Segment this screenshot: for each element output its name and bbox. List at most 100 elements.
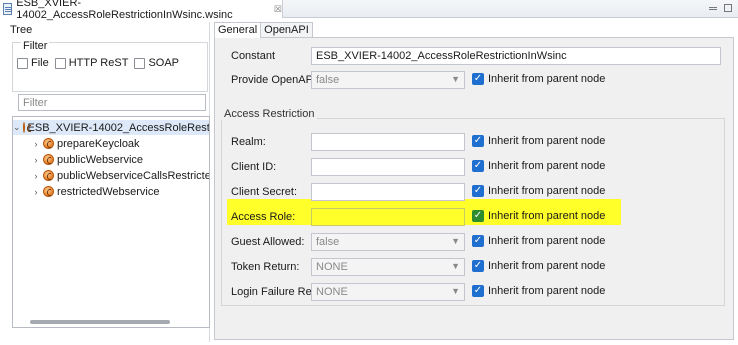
tree-node-label: publicWebserviceCallsRestrictedW [57,169,210,182]
editor-tab-strip: ESB_XVIER-14002_AccessRoleRestrictionInW… [0,0,738,21]
inherit-label: Inherit from parent node [488,210,606,222]
tab-general[interactable]: General [214,22,262,38]
provide-openapi-label: Provide OpenAPI: [231,74,320,86]
client-secret-label: Client Secret: [231,186,298,198]
property-tabs: General OpenAPI [214,22,313,38]
inherit-checkbox[interactable]: ✓ Inherit from parent node [472,185,605,197]
constant-label: Constant [231,50,276,62]
provide-openapi-select[interactable]: false ▼ [311,71,465,89]
filter-file-checkbox[interactable]: File [17,57,49,69]
tree-node[interactable]: › publicWebserviceCallsRestrictedW [31,168,210,183]
token-return-select[interactable]: NONE ▼ [311,258,465,276]
checkbox-label: HTTP ReST [68,57,129,69]
guest-allowed-label: Guest Allowed: [231,236,305,248]
tree-node[interactable]: › prepareKeycloak [31,136,140,151]
checkbox-checked-icon: ✓ [472,285,484,297]
select-value: NONE [316,286,348,298]
access-role-row: Access Role: ✓ Inherit from parent node [215,207,735,227]
dropdown-arrow-icon: ▼ [451,236,460,246]
token-return-label: Token Return: [231,261,300,273]
checkbox-label: SOAP [148,57,180,69]
maximize-icon[interactable] [724,4,732,12]
filter-input[interactable] [18,94,206,111]
component-icon [22,122,31,133]
general-tab-content: Constant ESB_XVIER-14002_AccessRoleRestr… [214,37,734,340]
realm-input[interactable] [311,133,465,151]
inherit-label: Inherit from parent node [488,160,606,172]
minimize-icon[interactable] [709,7,717,10]
provide-openapi-row: Provide OpenAPI: false ▼ ✓ Inherit from … [215,70,735,90]
inherit-label: Inherit from parent node [488,260,606,272]
realm-row: Realm: ✓ Inherit from parent node [215,132,735,152]
close-icon[interactable]: ☒ [274,4,282,15]
inherit-checkbox[interactable]: ✓ Inherit from parent node [472,235,605,247]
client-id-row: Client ID: ✓ Inherit from parent node [215,157,735,177]
select-value: false [316,74,340,86]
filter-soap-checkbox[interactable]: SOAP [134,57,179,69]
tree-view[interactable]: ⌄ ESB_XVIER-14002_AccessRoleRestrict › p… [12,116,210,328]
horizontal-scrollbar[interactable] [30,320,170,324]
login-failure-label: Login Failure Ret [231,286,315,298]
file-icon [3,3,13,15]
checkbox-checked-icon: ✓ [472,135,484,147]
inherit-checkbox[interactable]: ✓ Inherit from parent node [472,260,605,272]
component-icon [43,186,54,197]
filter-http-rest-checkbox[interactable]: HTTP ReST [54,57,129,69]
checkbox-checked-icon: ✓ [472,210,484,222]
dropdown-arrow-icon: ▼ [451,261,460,271]
checkbox-checked-icon: ✓ [472,185,484,197]
tree-root-node[interactable]: ⌄ ESB_XVIER-14002_AccessRoleRestrict [13,120,209,135]
dropdown-arrow-icon: ▼ [451,286,460,296]
realm-label: Realm: [231,136,266,148]
tree-node[interactable]: › restrictedWebservice [31,184,160,199]
tree-panel: Tree Filter File HTTP ReST SOAP ⌄ ESB_XV… [4,22,210,342]
client-id-input[interactable] [311,158,465,176]
checkbox-label: File [31,57,49,69]
login-failure-row: Login Failure Ret NONE ▼ ✓ Inherit from … [215,282,735,302]
inherit-checkbox[interactable]: ✓ Inherit from parent node [472,135,605,147]
inherit-checkbox[interactable]: ✓ Inherit from parent node [472,210,605,222]
inherit-checkbox[interactable]: ✓ Inherit from parent node [472,285,605,297]
tree-heading: Tree [10,24,33,36]
component-icon [43,138,54,149]
inherit-label: Inherit from parent node [488,235,606,247]
inherit-checkbox[interactable]: ✓ Inherit from parent node [472,73,605,85]
inherit-label: Inherit from parent node [488,285,606,297]
checkbox-checked-icon: ✓ [472,260,484,272]
constant-row: Constant ESB_XVIER-14002_AccessRoleRestr… [215,46,735,66]
access-role-label: Access Role: [231,211,296,223]
chevron-right-icon[interactable]: › [31,171,41,181]
tree-node-label: restrictedWebservice [57,185,160,198]
chevron-right-icon[interactable]: › [31,187,41,197]
chevron-down-icon[interactable]: ⌄ [13,122,21,133]
checkbox-icon [54,57,66,69]
client-id-label: Client ID: [231,161,277,173]
checkbox-checked-icon: ✓ [472,73,484,85]
chevron-right-icon[interactable]: › [31,139,41,149]
guest-allowed-row: Guest Allowed: false ▼ ✓ Inherit from pa… [215,232,735,252]
tree-node[interactable]: › publicWebservice [31,152,144,167]
select-value: NONE [316,261,348,273]
filter-legend: Filter [21,40,50,52]
component-icon [43,170,54,181]
login-failure-select[interactable]: NONE ▼ [311,283,465,301]
editor-tab[interactable]: ESB_XVIER-14002_AccessRoleRestrictionInW… [0,0,283,21]
checkbox-icon [134,57,146,69]
access-role-input[interactable] [311,208,465,226]
checkbox-icon [17,57,28,69]
guest-allowed-select[interactable]: false ▼ [311,233,465,251]
inherit-label: Inherit from parent node [488,185,606,197]
dropdown-arrow-icon: ▼ [451,74,460,84]
inherit-label: Inherit from parent node [488,135,606,147]
filter-checkboxes: File HTTP ReST SOAP [17,57,185,69]
token-return-row: Token Return: NONE ▼ ✓ Inherit from pare… [215,257,735,277]
window-controls [709,2,732,12]
constant-field[interactable]: ESB_XVIER-14002_AccessRoleRestrictionInW… [311,47,721,65]
client-secret-input[interactable] [311,183,465,201]
inherit-checkbox[interactable]: ✓ Inherit from parent node [472,160,605,172]
properties-panel: General OpenAPI Constant ESB_XVIER-14002… [214,22,734,340]
tree-node-label: publicWebservice [57,153,144,166]
tab-openapi[interactable]: OpenAPI [260,22,313,38]
chevron-right-icon[interactable]: › [31,155,41,165]
checkbox-checked-icon: ✓ [472,160,484,172]
